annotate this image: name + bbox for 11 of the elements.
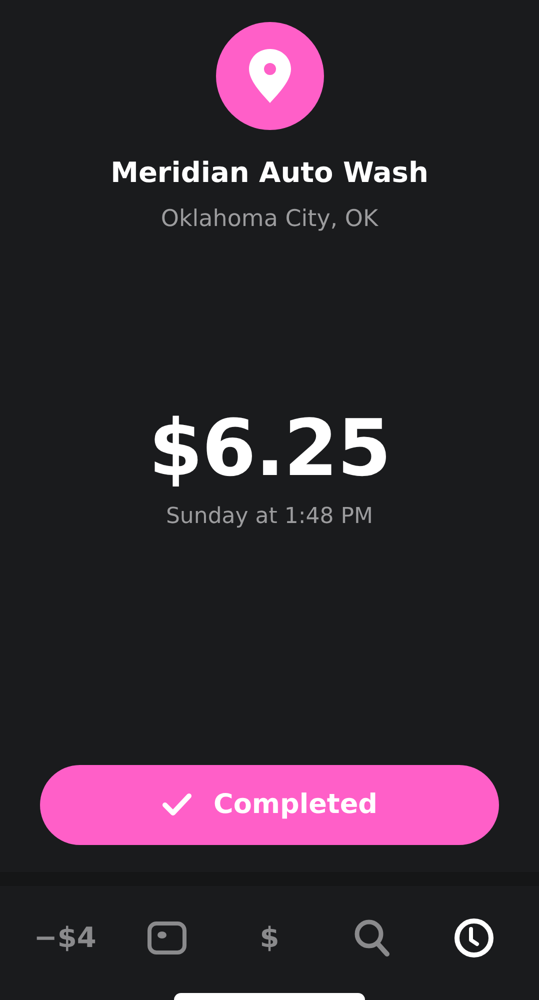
merchant-location: Oklahoma City, OK [160,205,378,234]
tab-button[interactable]: $ [234,916,304,960]
completed-button[interactable]: Completed [40,765,499,846]
payment-amount: $6.25 [148,406,390,492]
search-icon [352,918,391,958]
card-icon [147,921,188,955]
checkmark-icon [162,793,192,818]
payment-time: Sunday at 1:48 PM [166,503,374,532]
clock-icon [452,917,495,959]
tab-button[interactable]: −$4 [30,916,100,960]
merchant-name: Meridian Auto Wash [110,155,428,191]
